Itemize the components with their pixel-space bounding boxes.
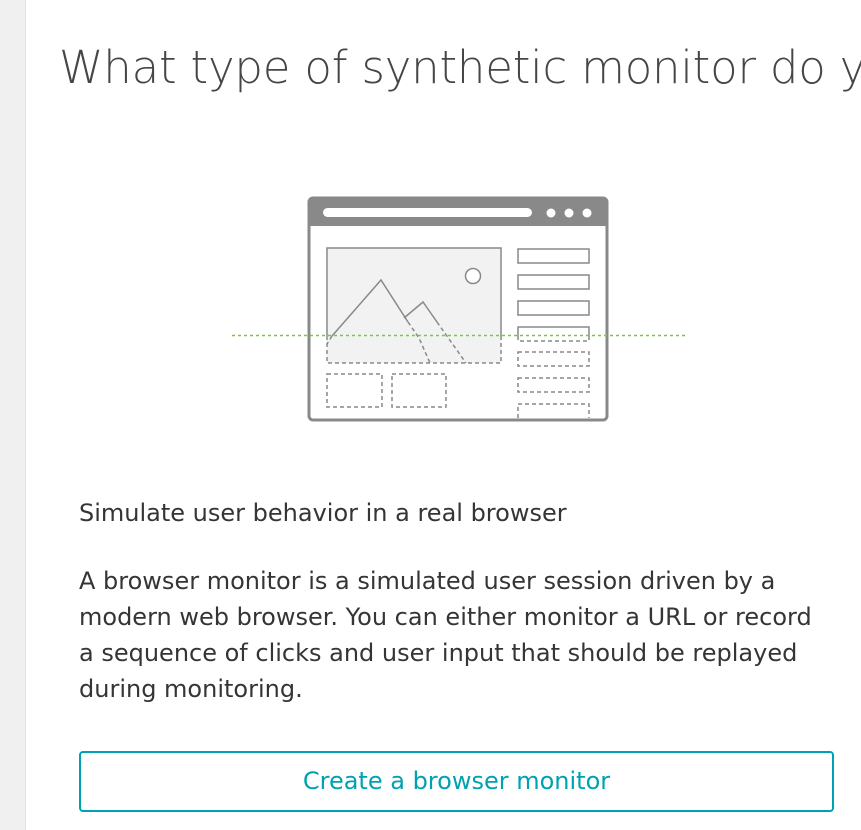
browser-window-illustration-icon <box>232 196 687 422</box>
page-title: What type of synthetic monitor do you <box>59 41 861 94</box>
left-navigation-rail <box>0 0 26 830</box>
synthetic-monitor-page: What type of synthetic monitor do you Si… <box>0 0 861 830</box>
option-subtitle: Simulate user behavior in a real browser <box>79 499 567 527</box>
option-description: A browser monitor is a simulated user se… <box>79 567 812 703</box>
create-browser-monitor-button[interactable]: Create a browser monitor <box>79 751 834 812</box>
